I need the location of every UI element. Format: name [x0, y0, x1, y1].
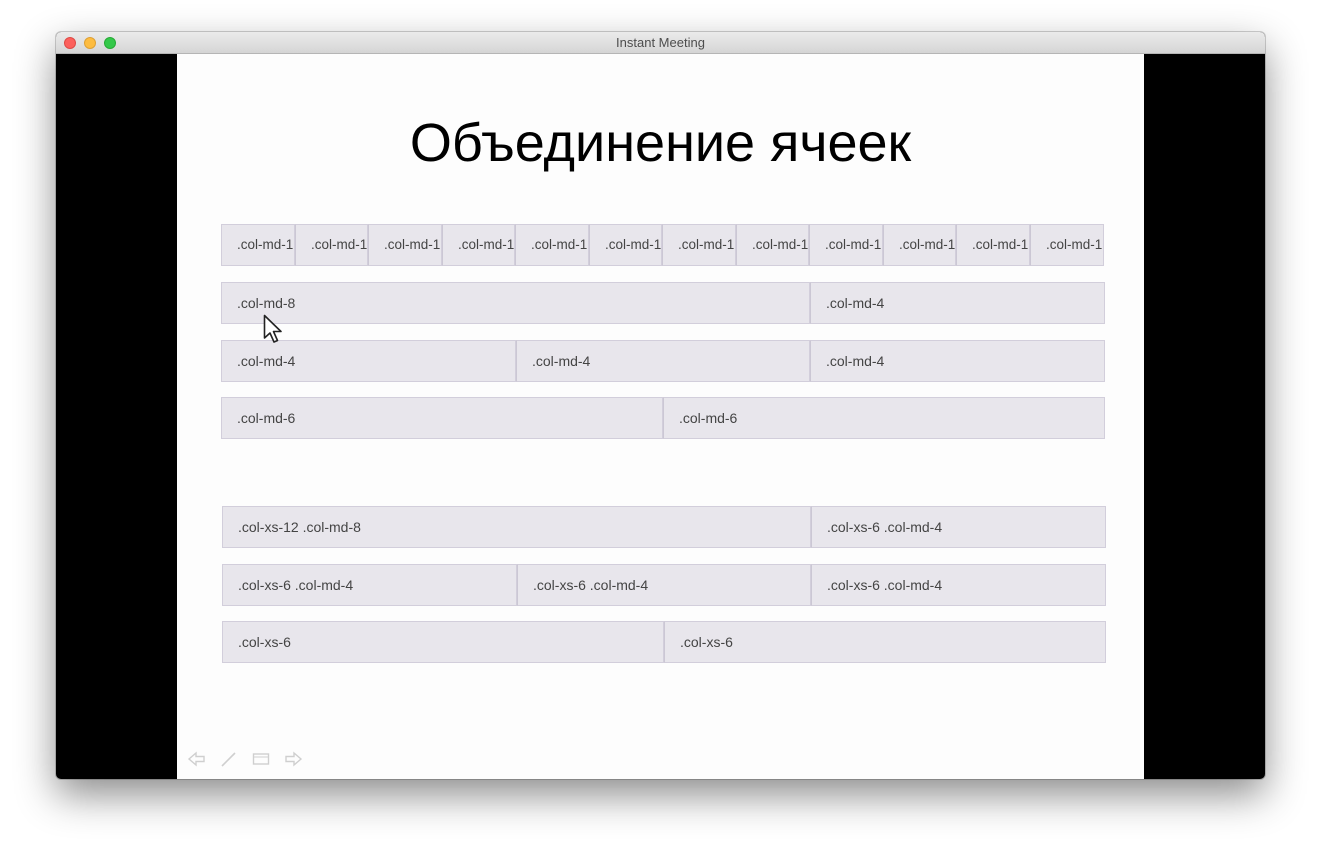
pen-icon[interactable] — [219, 750, 239, 768]
grid-cell: .col-xs-6 .col-md-4 — [811, 506, 1106, 548]
grid-cell: .col-md-1 — [956, 224, 1030, 266]
grid-cell: .col-md-1 — [221, 224, 295, 266]
grid-cell: .col-md-1 — [589, 224, 662, 266]
grid-cell: .col-md-1 — [1030, 224, 1104, 266]
grid-cell: .col-xs-6 .col-md-4 — [222, 564, 517, 606]
grid-cell: .col-xs-6 — [664, 621, 1106, 663]
arrow-left-icon[interactable] — [187, 750, 207, 768]
grid-cell: .col-md-1 — [883, 224, 956, 266]
grid-cell: .col-md-6 — [221, 397, 663, 439]
grid-row-xs-12-md-8: .col-xs-12 .col-md-8 .col-xs-6 .col-md-4 — [222, 506, 1106, 548]
grid-row-xs-6: .col-xs-6 .col-xs-6 — [222, 621, 1106, 663]
grid-cell: .col-md-4 — [221, 340, 516, 382]
grid-cell: .col-md-6 — [663, 397, 1105, 439]
grid-cell: .col-md-4 — [810, 340, 1105, 382]
grid-cell: .col-md-1 — [809, 224, 883, 266]
grid-cell: .col-md-1 — [295, 224, 368, 266]
window-title: Instant Meeting — [616, 35, 705, 50]
slide-title: Объединение ячеек — [409, 113, 912, 173]
slides-icon[interactable] — [251, 750, 271, 768]
grid-cell: .col-xs-6 .col-md-4 — [811, 564, 1106, 606]
grid-cell: .col-md-1 — [662, 224, 736, 266]
grid-cell: .col-xs-12 .col-md-8 — [222, 506, 811, 548]
grid-row-md-8-4: .col-md-8 .col-md-4 — [221, 282, 1105, 324]
grid-cell: .col-md-1 — [515, 224, 589, 266]
grid-row-md-4-4-4: .col-md-4 .col-md-4 .col-md-4 — [221, 340, 1105, 382]
app-window: Instant Meeting Объединение ячеек .col-m… — [56, 32, 1265, 779]
mouse-cursor-icon — [263, 314, 282, 343]
title-bar[interactable]: Instant Meeting — [56, 32, 1265, 54]
grid-row-md-1: .col-md-1 .col-md-1 .col-md-1 .col-md-1 … — [221, 224, 1104, 266]
presentation-slide: Объединение ячеек .col-md-1 .col-md-1 .c… — [177, 54, 1144, 779]
grid-cell: .col-md-1 — [442, 224, 515, 266]
arrow-right-icon[interactable] — [283, 750, 303, 768]
grid-cell: .col-md-8 — [221, 282, 810, 324]
grid-cell: .col-md-4 — [810, 282, 1105, 324]
grid-cell: .col-md-4 — [516, 340, 810, 382]
grid-cell: .col-md-1 — [736, 224, 809, 266]
slide-controls — [187, 750, 303, 768]
grid-cell: .col-xs-6 — [222, 621, 664, 663]
grid-row-md-6-6: .col-md-6 .col-md-6 — [221, 397, 1105, 439]
grid-cell: .col-md-1 — [368, 224, 442, 266]
grid-cell: .col-xs-6 .col-md-4 — [517, 564, 811, 606]
grid-row-xs-6-md-4: .col-xs-6 .col-md-4 .col-xs-6 .col-md-4 … — [222, 564, 1106, 606]
